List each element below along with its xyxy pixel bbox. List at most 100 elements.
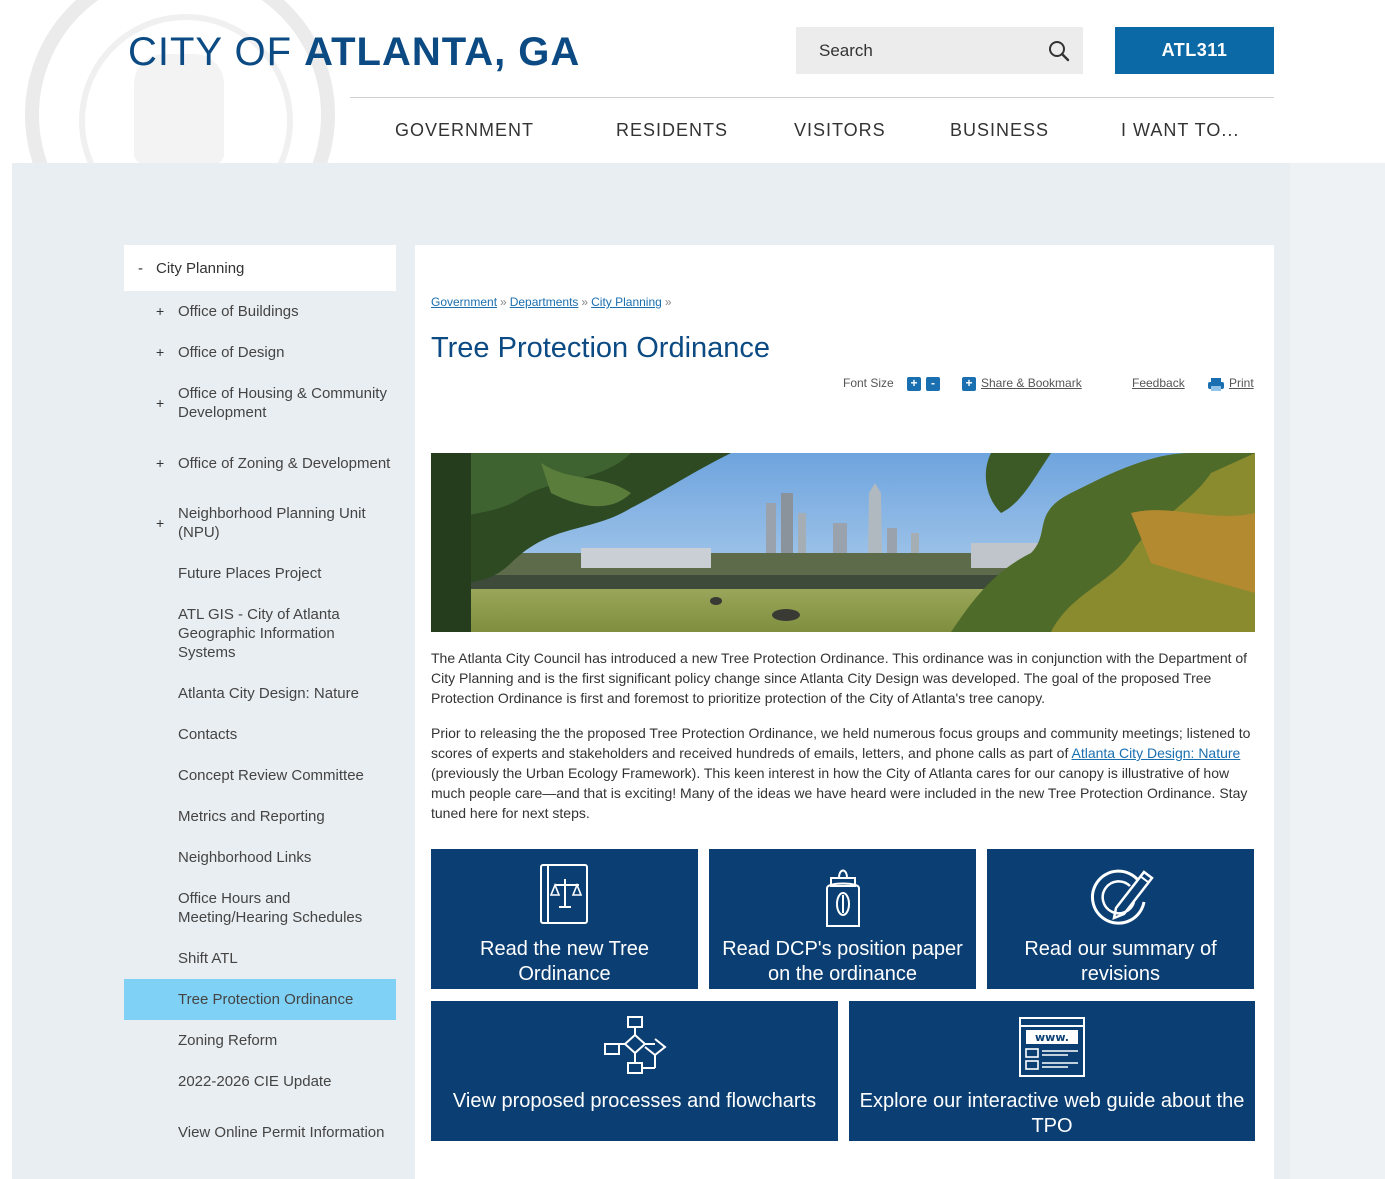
- tile-processes-flowcharts[interactable]: View proposed processes and flowcharts: [431, 1001, 838, 1141]
- sidebar-item-office-hours[interactable]: Office Hours and Meeting/Hearing Schedul…: [124, 878, 396, 938]
- site-title-bold: ATLANTA, GA: [304, 30, 581, 74]
- sidebar-item-office-of-housing[interactable]: + Office of Housing & Community Developme…: [124, 373, 396, 433]
- page-tools: Font Size + - + Share & Bookmark Feedbac…: [843, 376, 1255, 396]
- nav-divider: [350, 97, 1274, 98]
- edit-revision-icon: [1086, 861, 1156, 929]
- sidebar-item-atlanta-city-design[interactable]: Atlanta City Design: Nature: [124, 673, 396, 714]
- sidebar-item-atl-gis[interactable]: ATL GIS - City of Atlanta Geographic Inf…: [124, 594, 396, 673]
- sidebar-item-label: Atlanta City Design: Nature: [178, 685, 359, 702]
- sidebar-item-label: Office of Housing & Community Developmen…: [178, 385, 387, 421]
- atlanta-city-design-link[interactable]: Atlanta City Design: Nature: [1071, 745, 1240, 761]
- sidebar-item-label: Office Hours and Meeting/Hearing Schedul…: [178, 890, 363, 926]
- page-background-right: [1290, 163, 1385, 1179]
- breadcrumb: Government» Departments» City Planning»: [431, 295, 675, 309]
- background-paragraph: Prior to releasing the the proposed Tree…: [431, 723, 1257, 823]
- tile-summary-revisions[interactable]: Read our summary of revisions: [987, 849, 1254, 989]
- expand-icon[interactable]: +: [156, 343, 168, 362]
- tile-web-guide[interactable]: www. Explore our interactive web guide a…: [849, 1001, 1255, 1141]
- sidebar-item-concept-review[interactable]: Concept Review Committee: [124, 755, 396, 796]
- print-link[interactable]: Print: [1229, 376, 1254, 390]
- sidebar-item-zoning-reform[interactable]: Zoning Reform: [124, 1020, 396, 1061]
- sidebar-head-label: City Planning: [156, 259, 245, 277]
- nav-i-want-to[interactable]: I WANT TO...: [1121, 120, 1239, 141]
- breadcrumb-separator: »: [500, 295, 507, 309]
- share-bookmark-link[interactable]: Share & Bookmark: [981, 376, 1082, 390]
- sidebar-item-label: View Online Permit Information: [178, 1123, 385, 1141]
- sidebar-item-cie-update[interactable]: 2022-2026 CIE Update: [124, 1061, 396, 1102]
- expand-icon[interactable]: +: [156, 394, 168, 413]
- main-content: Government» Departments» City Planning» Tr…: [415, 245, 1274, 1179]
- sidebar-item-label: Zoning Reform: [178, 1032, 278, 1049]
- breadcrumb-separator: »: [664, 295, 672, 309]
- nav-government[interactable]: GOVERNMENT: [395, 120, 534, 141]
- breadcrumb-government[interactable]: Government: [431, 295, 497, 309]
- sidebar-item-label: Neighborhood Planning Unit (NPU): [178, 505, 366, 541]
- font-size-label: Font Size: [843, 376, 894, 390]
- sidebar-item-shift-atl[interactable]: Shift ATL: [124, 938, 396, 979]
- sidebar-item-label: Shift ATL: [178, 950, 238, 967]
- breadcrumb-separator: »: [581, 295, 589, 309]
- flowchart-icon: [603, 1013, 667, 1081]
- sidebar-item-future-places[interactable]: Future Places Project: [124, 553, 396, 594]
- collapse-icon[interactable]: -: [138, 260, 156, 277]
- site-header: CITY OF ATLANTA, GA ATL311 GOVERNMENT RE…: [0, 0, 1385, 163]
- share-icon[interactable]: +: [962, 377, 976, 391]
- font-decrease-icon[interactable]: -: [926, 377, 940, 391]
- site-title-light: CITY OF: [128, 30, 305, 74]
- intro-paragraph: The Atlanta City Council has introduced …: [431, 650, 1248, 706]
- tile-label: Read the new Tree Ordinance: [480, 938, 649, 985]
- sidebar-item-office-of-zoning[interactable]: + Office of Zoning & Development: [124, 433, 396, 493]
- law-book-icon: [537, 861, 593, 929]
- city-seal-watermark: [25, 0, 335, 163]
- sidebar-nav: - City Planning + Office of Buildings + Of…: [124, 245, 396, 1179]
- page-title: Tree Protection Ordinance: [431, 332, 771, 364]
- nav-business[interactable]: BUSINESS: [950, 120, 1049, 141]
- sidebar-item-label: Neighborhood Links: [178, 849, 312, 866]
- nav-residents[interactable]: RESIDENTS: [616, 120, 728, 141]
- feedback-link[interactable]: Feedback: [1132, 376, 1185, 390]
- sidebar-item-label: Concept Review Committee: [178, 767, 364, 784]
- sidebar-item-label: Office of Buildings: [178, 303, 299, 320]
- sidebar-item-office-of-buildings[interactable]: + Office of Buildings: [124, 291, 396, 332]
- hero-image: [431, 453, 1255, 632]
- tile-label: Explore our interactive web guide about …: [859, 1090, 1245, 1137]
- site-title[interactable]: CITY OF ATLANTA, GA: [128, 30, 580, 75]
- sidebar-item-label: Office of Design: [178, 344, 285, 361]
- tile-position-paper[interactable]: Read DCP's position paper on the ordinan…: [709, 849, 976, 989]
- expand-icon[interactable]: +: [156, 454, 168, 473]
- breadcrumb-city-planning[interactable]: City Planning: [591, 295, 662, 309]
- search-input[interactable]: [819, 40, 1047, 61]
- sidebar-item-contacts[interactable]: Contacts: [124, 714, 396, 755]
- sidebar-item-label: Future Places Project: [178, 565, 322, 582]
- sidebar-item-neighborhood-links[interactable]: Neighborhood Links: [124, 837, 396, 878]
- expand-icon[interactable]: +: [156, 302, 168, 321]
- sidebar-item-tree-protection[interactable]: Tree Protection Ordinance: [124, 979, 396, 1020]
- search-box: [796, 27, 1083, 74]
- breadcrumb-departments[interactable]: Departments: [510, 295, 579, 309]
- sidebar-item-permit-info[interactable]: View Online Permit Information: [124, 1102, 396, 1162]
- sidebar-item-label: Tree Protection Ordinance: [178, 991, 354, 1008]
- tile-read-ordinance[interactable]: Read the new Tree Ordinance: [431, 849, 698, 989]
- sidebar-item-city-planning[interactable]: - City Planning: [124, 245, 396, 291]
- position-paper-icon: [821, 861, 865, 929]
- tile-label: Read DCP's position paper on the ordinan…: [722, 938, 963, 985]
- www-text: www.: [1035, 1031, 1069, 1044]
- tile-label: Read our summary of revisions: [1024, 938, 1217, 985]
- web-guide-icon: www.: [1018, 1013, 1086, 1081]
- sidebar-item-label: 2022-2026 CIE Update: [178, 1073, 332, 1090]
- nav-visitors[interactable]: VISITORS: [794, 120, 886, 141]
- atl311-button[interactable]: ATL311: [1115, 27, 1274, 74]
- font-increase-icon[interactable]: +: [907, 377, 921, 391]
- tile-label: View proposed processes and flowcharts: [452, 1090, 817, 1112]
- search-icon[interactable]: [1047, 39, 1071, 63]
- sidebar-item-office-of-design[interactable]: + Office of Design: [124, 332, 396, 373]
- sidebar-item-label: Office of Zoning & Development: [178, 454, 391, 472]
- sidebar-item-label: Metrics and Reporting: [178, 808, 325, 825]
- sidebar-list: + Office of Buildings + Office of Design +…: [124, 291, 396, 1179]
- print-icon[interactable]: [1208, 378, 1224, 394]
- expand-icon[interactable]: +: [156, 514, 168, 533]
- sidebar-item-npu[interactable]: + Neighborhood Planning Unit (NPU): [124, 493, 396, 553]
- sidebar-item-label: Contacts: [178, 726, 238, 743]
- sidebar-item-metrics[interactable]: Metrics and Reporting: [124, 796, 396, 837]
- paragraph-text: (previously the Urban Ecology Framework)…: [431, 765, 1248, 821]
